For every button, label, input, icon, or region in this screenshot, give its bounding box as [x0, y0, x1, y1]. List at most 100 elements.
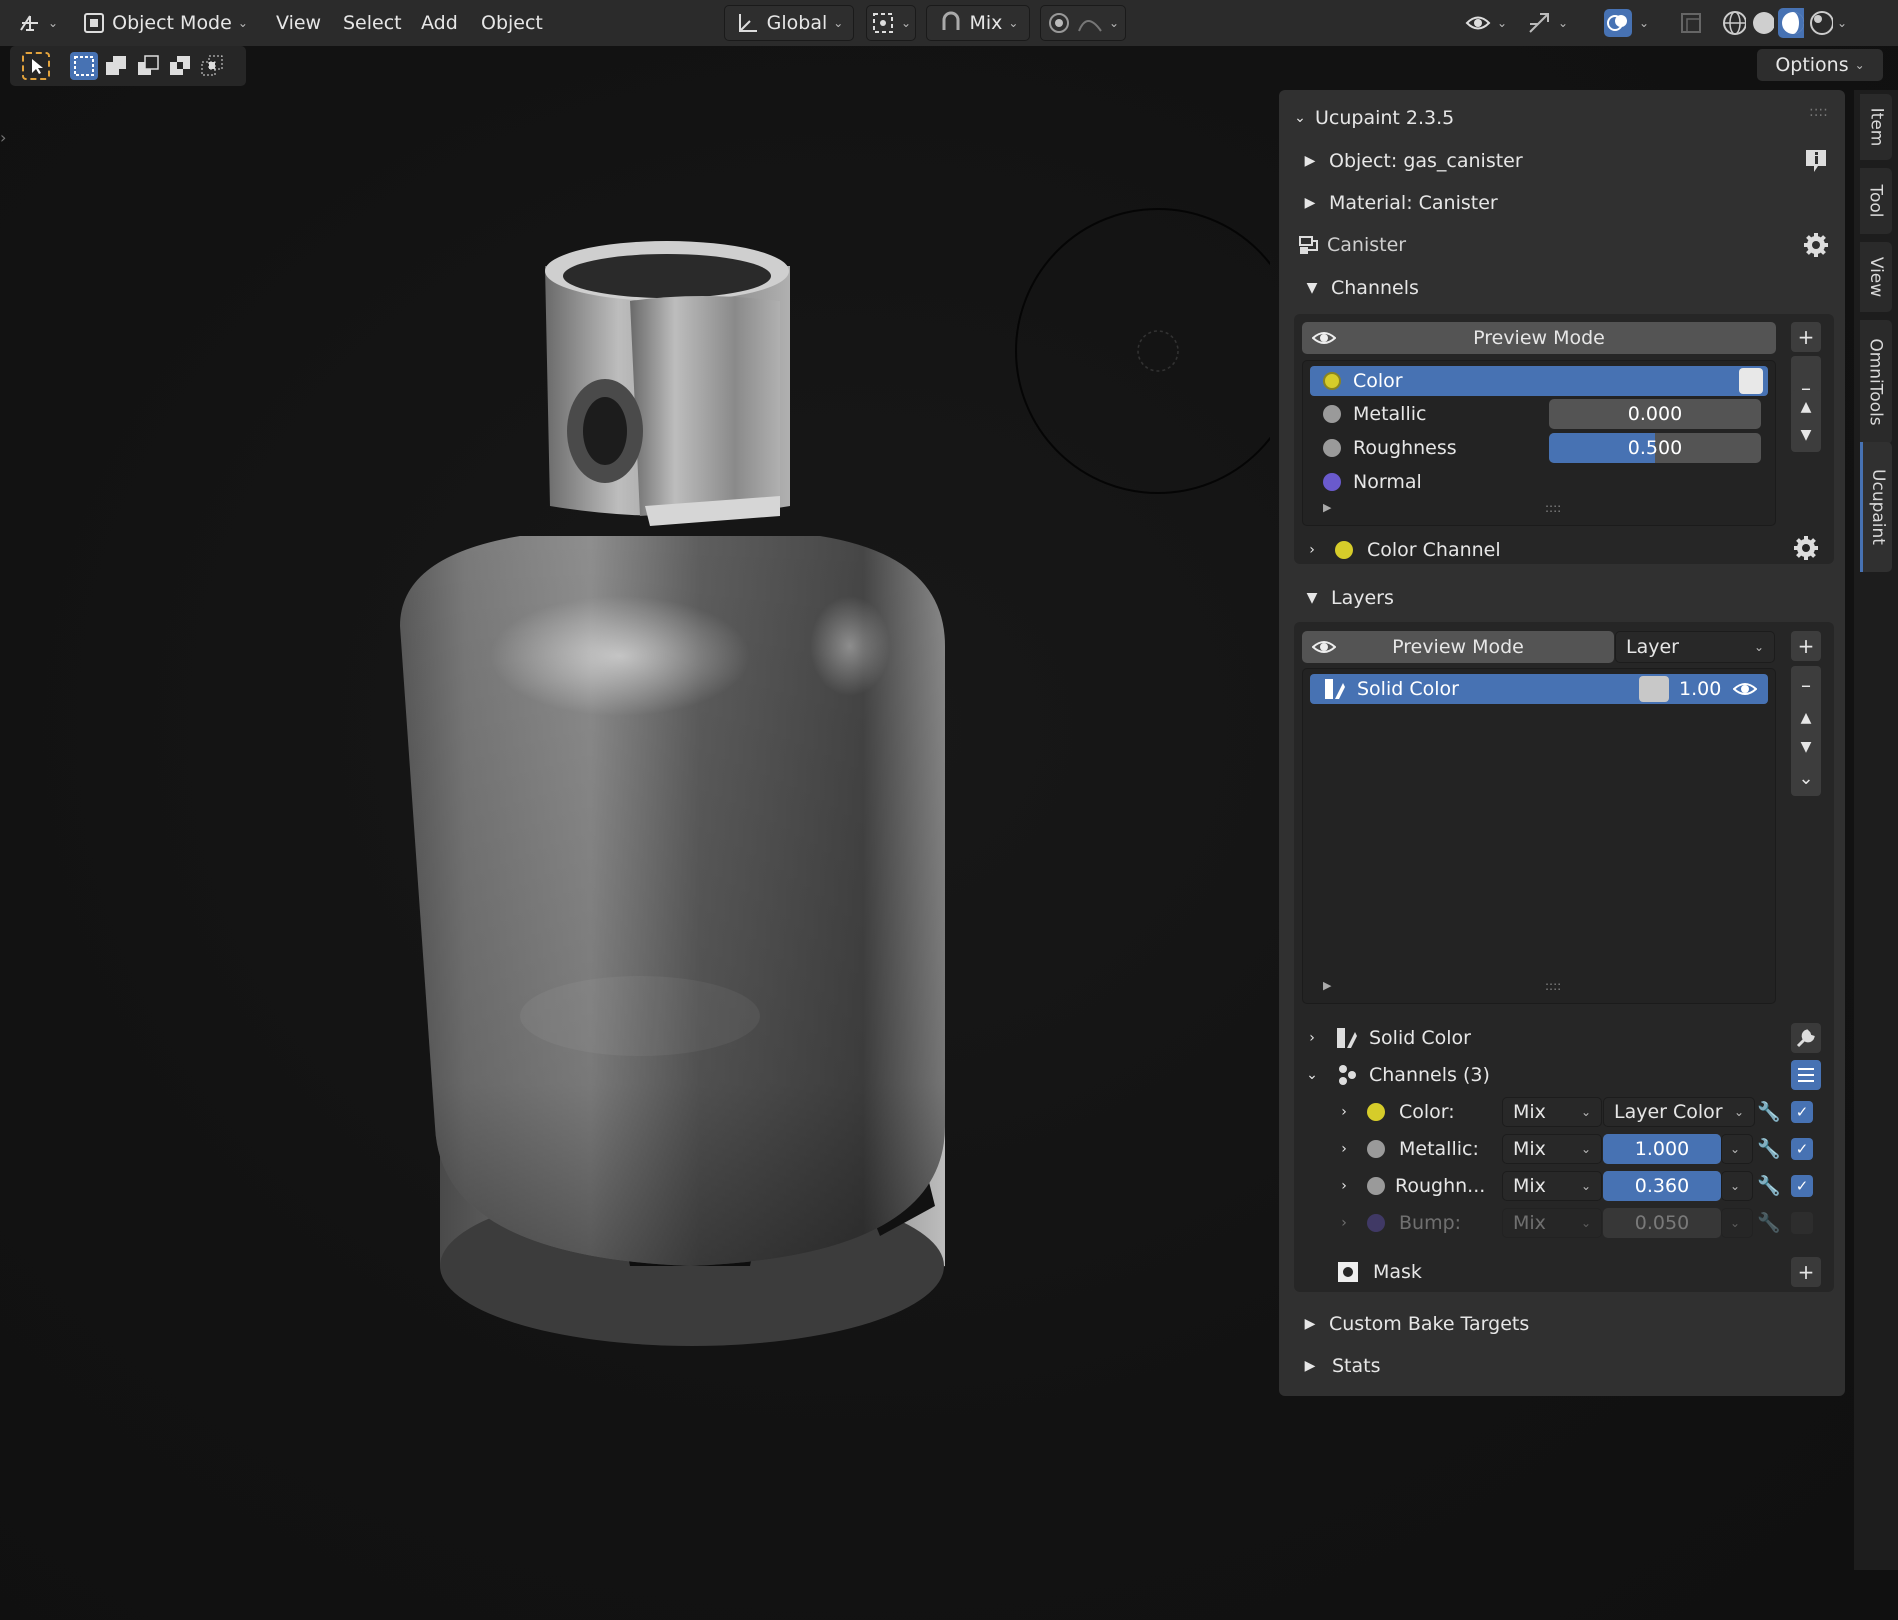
channel-item-roughness[interactable]: Roughness [1323, 433, 1457, 463]
wrench-icon[interactable]: 🔧 [1757, 1137, 1781, 1160]
move-up-icon[interactable]: ▲ [1801, 710, 1812, 726]
list-resize-handle-icon[interactable]: :::: [1545, 979, 1561, 993]
layers-preview-mode-button[interactable]: Preview Mode [1302, 631, 1614, 663]
metallic-value-slider[interactable]: 1.000 [1603, 1134, 1721, 1164]
color-channel-settings-button[interactable] [1791, 533, 1821, 563]
tab-view[interactable]: View [1860, 242, 1892, 312]
layer-channel-bump[interactable]: › Bump: [1335, 1205, 1461, 1241]
menu-view[interactable]: View [276, 5, 321, 41]
layer-channel-metallic[interactable]: › Metallic: [1335, 1131, 1479, 1167]
object-row[interactable]: ▶ Object: gas_canister [1301, 144, 1523, 178]
add-mask-button[interactable]: + [1791, 1257, 1821, 1287]
layer-color-dropdown[interactable]: Layer Color ⌄ [1603, 1097, 1755, 1127]
blend-dropdown-color[interactable]: Mix ⌄ [1502, 1097, 1602, 1127]
chevron-down-icon[interactable]: ⌄ [1837, 16, 1847, 30]
wrench-icon[interactable]: 🔧 [1757, 1174, 1781, 1197]
channel-item-color[interactable]: Color [1323, 366, 1403, 396]
chevron-down-icon[interactable]: ⌄ [1798, 768, 1813, 789]
options-dropdown[interactable]: Options ⌄ [1757, 49, 1883, 81]
select-tweak-icon[interactable] [22, 52, 50, 80]
drag-handle-icon[interactable]: :::: [1809, 104, 1828, 120]
mode-difference-icon[interactable] [166, 52, 194, 80]
tab-item[interactable]: Item [1860, 94, 1892, 160]
color-swatch[interactable] [1739, 368, 1763, 394]
channels-list-toggle[interactable] [1791, 1060, 1821, 1090]
bump-value-slider[interactable]: 0.050 [1603, 1208, 1721, 1238]
add-channel-button[interactable]: + [1791, 322, 1821, 352]
bump-source-dropdown[interactable]: ⌄ [1721, 1208, 1753, 1238]
stats-row[interactable]: ▶ Stats [1301, 1348, 1381, 1384]
enable-checkbox-roughness[interactable]: ✓ [1791, 1175, 1813, 1197]
editor-type-button[interactable]: ⌄ [14, 5, 62, 41]
enable-checkbox-metallic[interactable]: ✓ [1791, 1138, 1813, 1160]
mode-subtract-icon[interactable] [134, 52, 162, 80]
mode-extend-icon[interactable] [102, 52, 130, 80]
roughness-source-dropdown[interactable]: ⌄ [1721, 1171, 1753, 1201]
mode-dropdown[interactable]: Object Mode ⌄ [76, 5, 254, 41]
wireframe-shading-icon[interactable] [1721, 9, 1746, 37]
channels-preview-mode-button[interactable]: Preview Mode [1302, 322, 1776, 354]
move-down-icon[interactable]: ▼ [1801, 427, 1812, 443]
metallic-slider[interactable]: 0.000 [1549, 399, 1761, 429]
menu-add[interactable]: Add [421, 5, 458, 41]
blend-dropdown-bump[interactable]: Mix ⌄ [1502, 1208, 1602, 1238]
info-button[interactable] [1801, 146, 1831, 176]
menu-object[interactable]: Object [481, 5, 543, 41]
layer-color-swatch[interactable] [1639, 676, 1669, 702]
material-row[interactable]: ▶ Material: Canister [1301, 186, 1498, 220]
blend-dropdown-roughness[interactable]: Mix ⌄ [1502, 1171, 1602, 1201]
solid-color-modifier-button[interactable] [1791, 1023, 1821, 1053]
layer-opacity[interactable]: 1.00 [1679, 674, 1721, 704]
snap-dropdown[interactable]: Mix ⌄ [926, 5, 1030, 41]
blend-dropdown-metallic[interactable]: Mix ⌄ [1502, 1134, 1602, 1164]
move-up-icon[interactable]: ▲ [1801, 399, 1812, 415]
wrench-icon[interactable]: 🔧 [1757, 1100, 1781, 1123]
channels-section-header[interactable]: ▼ Channels [1303, 270, 1419, 306]
layer-channels-row[interactable]: ⌄ Channels (3) [1303, 1057, 1490, 1093]
color-channel-row[interactable]: › Color Channel [1303, 532, 1500, 568]
menu-select[interactable]: Select [343, 5, 402, 41]
layer-item[interactable]: Solid Color [1323, 674, 1459, 704]
layers-section-header[interactable]: ▼ Layers [1303, 580, 1394, 616]
3d-viewport[interactable] [0, 86, 1270, 1620]
roughness-slider[interactable]: 0.500 [1549, 433, 1761, 463]
gizmo-dropdown[interactable]: ⌄ [1522, 5, 1572, 41]
custom-bake-targets-row[interactable]: ▶ Custom Bake Targets [1301, 1306, 1530, 1342]
layer-order-buttons: – ▲ ▼ ⌄ [1791, 666, 1821, 796]
layer-channel-color[interactable]: › Color: [1335, 1094, 1455, 1130]
enable-checkbox-bump[interactable] [1791, 1212, 1813, 1234]
move-down-icon[interactable]: ▼ [1801, 739, 1812, 755]
material-preview-shading-icon[interactable] [1778, 8, 1805, 38]
enable-checkbox-color[interactable]: ✓ [1791, 1101, 1813, 1123]
orientation-dropdown[interactable]: Global ⌄ [724, 5, 854, 41]
metallic-source-dropdown[interactable]: ⌄ [1721, 1134, 1753, 1164]
add-layer-button[interactable]: + [1791, 631, 1821, 661]
mode-intersect-icon[interactable] [198, 52, 226, 80]
settings-button[interactable] [1801, 230, 1831, 260]
panel-header[interactable]: ⌄ Ucupaint 2.3.5 [1291, 100, 1454, 136]
mask-row[interactable]: Mask [1337, 1254, 1422, 1290]
list-expand-icon[interactable]: ▶ [1323, 501, 1331, 514]
xray-toggle[interactable] [1676, 5, 1706, 41]
pivot-dropdown[interactable]: ⌄ [866, 5, 916, 41]
layer-visibility-eye-icon[interactable] [1733, 679, 1757, 699]
proportional-editing[interactable]: ⌄ [1040, 5, 1126, 41]
minus-icon[interactable]: – [1801, 673, 1811, 697]
visibility-dropdown[interactable]: ⌄ [1460, 5, 1512, 41]
overlays-dropdown[interactable]: ⌄ [1597, 5, 1655, 41]
wrench-icon[interactable]: 🔧 [1757, 1211, 1781, 1234]
list-resize-handle-icon[interactable]: :::: [1545, 501, 1561, 515]
list-expand-icon[interactable]: ▶ [1323, 979, 1331, 992]
layer-channel-roughness[interactable]: › Roughn... [1335, 1168, 1485, 1204]
roughness-value-slider[interactable]: 0.360 [1603, 1171, 1721, 1201]
tab-omnitools[interactable]: OmniTools [1860, 320, 1892, 444]
select-box-icon[interactable] [70, 52, 98, 80]
solid-shading-icon[interactable] [1750, 9, 1775, 37]
tab-ucupaint[interactable]: Ucupaint [1860, 442, 1892, 572]
rendered-shading-icon[interactable] [1808, 9, 1833, 37]
preview-type-dropdown[interactable]: Layer ⌄ [1615, 631, 1775, 663]
channel-item-normal[interactable]: Normal [1323, 467, 1422, 497]
channel-item-metallic[interactable]: Metallic [1323, 399, 1426, 429]
tab-tool[interactable]: Tool [1860, 168, 1892, 234]
solid-color-row[interactable]: › Solid Color [1303, 1020, 1471, 1056]
